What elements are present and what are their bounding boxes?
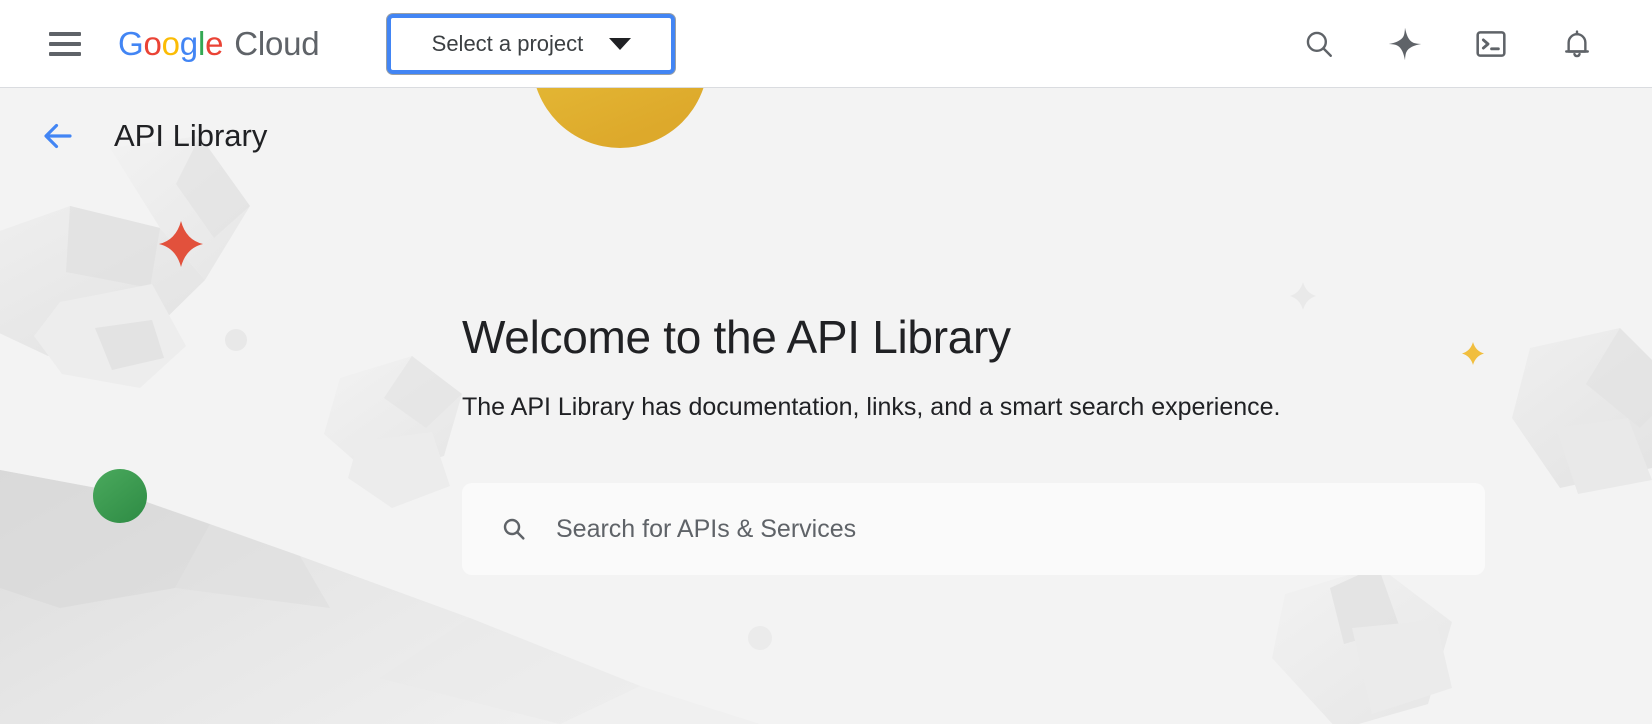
logo-letter-l: l: [197, 24, 206, 62]
logo-letter-o1: o: [143, 24, 162, 62]
logo-letter-G: G: [118, 24, 144, 62]
logo-letter-o2: o: [161, 24, 180, 62]
hamburger-line: [49, 51, 81, 56]
search-icon[interactable]: [1296, 21, 1342, 67]
gemini-sparkle-icon[interactable]: [1382, 21, 1428, 67]
hamburger-menu-icon[interactable]: [42, 21, 88, 67]
project-selector-label: Select a project: [431, 30, 584, 56]
page-title: API Library: [114, 118, 268, 153]
cloud-wordmark: Cloud: [234, 24, 320, 62]
back-arrow-icon[interactable]: [36, 114, 80, 158]
api-library-page: Google Cloud Select a project API Librar…: [0, 0, 1652, 724]
search-icon: [500, 515, 528, 543]
topbar-action-icons: [1296, 21, 1600, 67]
cloud-shell-icon[interactable]: [1468, 21, 1514, 67]
google-wordmark: Google: [118, 25, 223, 63]
page-body: API Library Welcome to the API Library T…: [0, 88, 1652, 724]
project-selector-button[interactable]: Select a project: [387, 13, 676, 74]
search-input[interactable]: [556, 483, 1485, 575]
google-cloud-logo[interactable]: Google Cloud: [118, 24, 320, 63]
hero-subheading: The API Library has documentation, links…: [462, 393, 1281, 421]
chevron-down-icon: [609, 37, 632, 50]
top-navigation-bar: Google Cloud Select a project: [0, 0, 1652, 88]
logo-letter-g: g: [179, 24, 198, 62]
notifications-bell-icon[interactable]: [1554, 21, 1600, 67]
api-search-box[interactable]: [462, 483, 1485, 575]
hero-heading: Welcome to the API Library: [462, 311, 1011, 363]
hamburger-line: [49, 41, 81, 46]
logo-letter-e: e: [205, 24, 224, 62]
hamburger-line: [49, 31, 81, 36]
page-header-row: API Library: [0, 88, 1652, 184]
